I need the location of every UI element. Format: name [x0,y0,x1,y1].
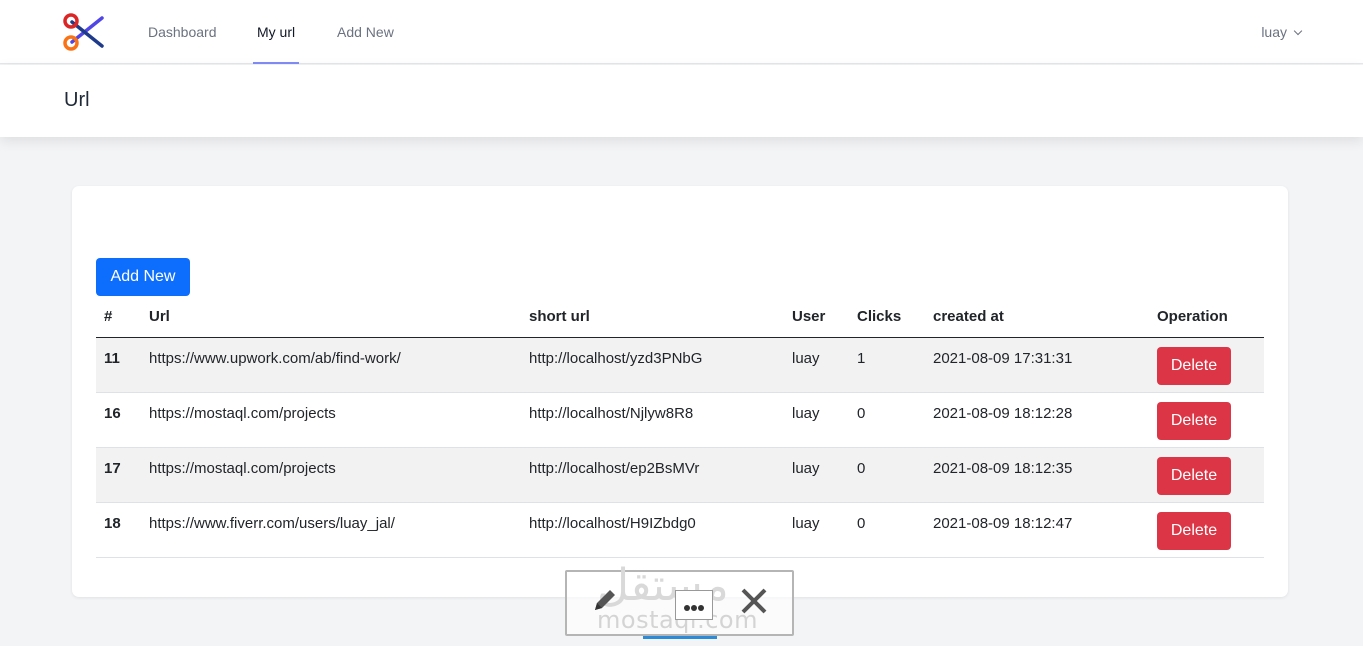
row-user: luay [784,392,849,448]
url-card: Add New # Url short url User Clicks crea… [72,186,1288,597]
table-header-row: # Url short url User Clicks created at O… [96,297,1264,338]
row-id: 18 [96,502,141,558]
col-header-short-url: short url [521,297,784,338]
page-title: Url [64,89,90,111]
row-url: https://mostaql.com/projects [141,392,521,448]
add-new-button[interactable]: Add New [96,258,190,296]
row-short-url[interactable]: http://localhost/yzd3PNbG [521,337,784,393]
row-clicks: 0 [849,447,925,503]
user-menu[interactable]: luay [1261,0,1303,64]
chevron-down-icon [1293,26,1303,36]
row-id: 16 [96,392,141,448]
row-short-url[interactable]: http://localhost/H9IZbdg0 [521,502,784,558]
row-id: 17 [96,447,141,503]
table-row: 17 https://mostaql.com/projects http://l… [96,447,1264,503]
col-header-created-at: created at [925,297,1149,338]
url-table: # Url short url User Clicks created at O… [96,297,1264,558]
table-row: 18 https://www.fiverr.com/users/luay_jal… [96,502,1264,558]
row-operation: Delete [1149,337,1264,393]
row-created-at: 2021-08-09 18:12:47 [925,502,1149,558]
row-operation: Delete [1149,392,1264,448]
delete-button[interactable]: Delete [1157,511,1231,550]
row-user: luay [784,337,849,393]
row-created-at: 2021-08-09 17:31:31 [925,337,1149,393]
delete-button[interactable]: Delete [1157,401,1231,440]
top-navbar: Dashboard My url Add New luay [0,0,1363,64]
row-short-url[interactable]: http://localhost/ep2BsMVr [521,447,784,503]
col-header-clicks: Clicks [849,297,925,338]
row-clicks: 1 [849,337,925,393]
table-row: 11 https://www.upwork.com/ab/find-work/ … [96,337,1264,393]
table-row: 16 https://mostaql.com/projects http://l… [96,392,1264,448]
more-dots-icon[interactable] [675,590,713,620]
delete-button[interactable]: Delete [1157,346,1231,385]
row-short-url[interactable]: http://localhost/Njlyw8R8 [521,392,784,448]
row-url: https://mostaql.com/projects [141,447,521,503]
col-header-user: User [784,297,849,338]
col-header-id: # [96,297,141,338]
scissors-logo-icon[interactable] [62,12,106,52]
row-url: https://www.upwork.com/ab/find-work/ [141,337,521,393]
row-user: luay [784,447,849,503]
page-header: Url [0,65,1363,137]
col-header-url: Url [141,297,521,338]
mostaql-watermark: مستقل mostaql.com [565,560,794,639]
nav-link-dashboard[interactable]: Dashboard [148,0,217,64]
row-created-at: 2021-08-09 18:12:28 [925,392,1149,448]
row-id: 11 [96,337,141,393]
row-operation: Delete [1149,502,1264,558]
close-icon[interactable] [739,586,769,616]
row-clicks: 0 [849,502,925,558]
row-operation: Delete [1149,447,1264,503]
row-clicks: 0 [849,392,925,448]
nav-link-my-url[interactable]: My url [253,0,300,64]
col-header-operation: Operation [1149,297,1264,338]
row-created-at: 2021-08-09 18:12:35 [925,447,1149,503]
row-user: luay [784,502,849,558]
row-url: https://www.fiverr.com/users/luay_jal/ [141,502,521,558]
user-name: luay [1261,24,1287,40]
delete-button[interactable]: Delete [1157,456,1231,495]
watermark-underline [643,636,717,639]
pencil-icon[interactable] [591,586,619,614]
nav-link-add-new[interactable]: Add New [337,0,394,64]
